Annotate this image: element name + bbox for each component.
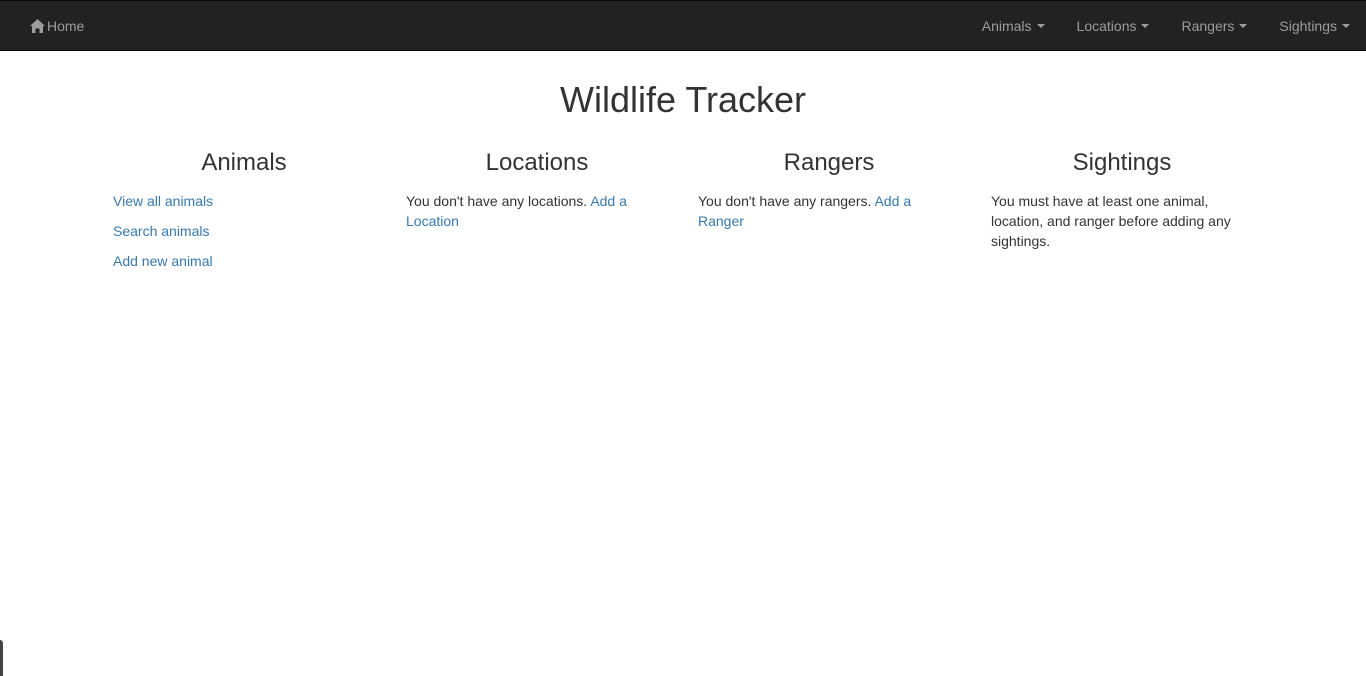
search-animals-link[interactable]: Search animals xyxy=(113,221,375,241)
rangers-heading: Rangers xyxy=(783,149,875,176)
home-link[interactable]: Home xyxy=(30,1,84,51)
view-all-animals-link[interactable]: View all animals xyxy=(113,191,375,211)
nav-menus: Animals Locations Rangers Sightings xyxy=(982,1,1350,51)
add-new-animal-link[interactable]: Add new animal xyxy=(113,251,375,271)
page-title: Wildlife Tracker xyxy=(559,79,807,120)
corner-tab xyxy=(0,640,3,676)
nav-dropdown-animals-label: Animals xyxy=(981,18,1032,34)
rangers-message-text: You don't have any rangers. xyxy=(698,193,872,209)
animals-section: Animals View all animals Search animals … xyxy=(113,148,375,281)
caret-down-icon xyxy=(1141,24,1150,28)
sightings-section: Sightings You must have at least one ani… xyxy=(991,148,1253,251)
locations-section: Locations You don't have any locations. … xyxy=(406,148,668,231)
nav-dropdown-rangers-label: Rangers xyxy=(1181,18,1235,34)
nav-dropdown-rangers[interactable]: Rangers xyxy=(1149,18,1248,34)
sightings-heading: Sightings xyxy=(1072,149,1172,176)
nav-dropdown-locations-label: Locations xyxy=(1076,18,1137,34)
caret-down-icon xyxy=(1036,24,1045,28)
nav-dropdown-sightings-label: Sightings xyxy=(1279,18,1337,34)
home-label: Home xyxy=(47,18,85,34)
rangers-empty-message: You don't have any rangers. Add a Ranger xyxy=(698,191,960,231)
locations-empty-message: You don't have any locations. Add a Loca… xyxy=(406,191,668,231)
sightings-message: You must have at least one animal, locat… xyxy=(991,193,1231,249)
locations-heading: Locations xyxy=(485,149,589,176)
caret-down-icon xyxy=(1239,24,1248,28)
nav-dropdown-locations[interactable]: Locations xyxy=(1045,18,1150,34)
rangers-section: Rangers You don't have any rangers. Add … xyxy=(698,148,960,231)
locations-message-text: You don't have any locations. xyxy=(406,193,588,209)
animals-heading: Animals xyxy=(201,149,287,176)
caret-down-icon xyxy=(1342,24,1350,28)
nav-dropdown-sightings[interactable]: Sightings xyxy=(1247,18,1350,34)
nav-dropdown-animals[interactable]: Animals xyxy=(982,18,1045,34)
top-navbar: Home Animals Locations Rangers Sightings xyxy=(0,0,1366,51)
home-icon xyxy=(30,19,45,33)
